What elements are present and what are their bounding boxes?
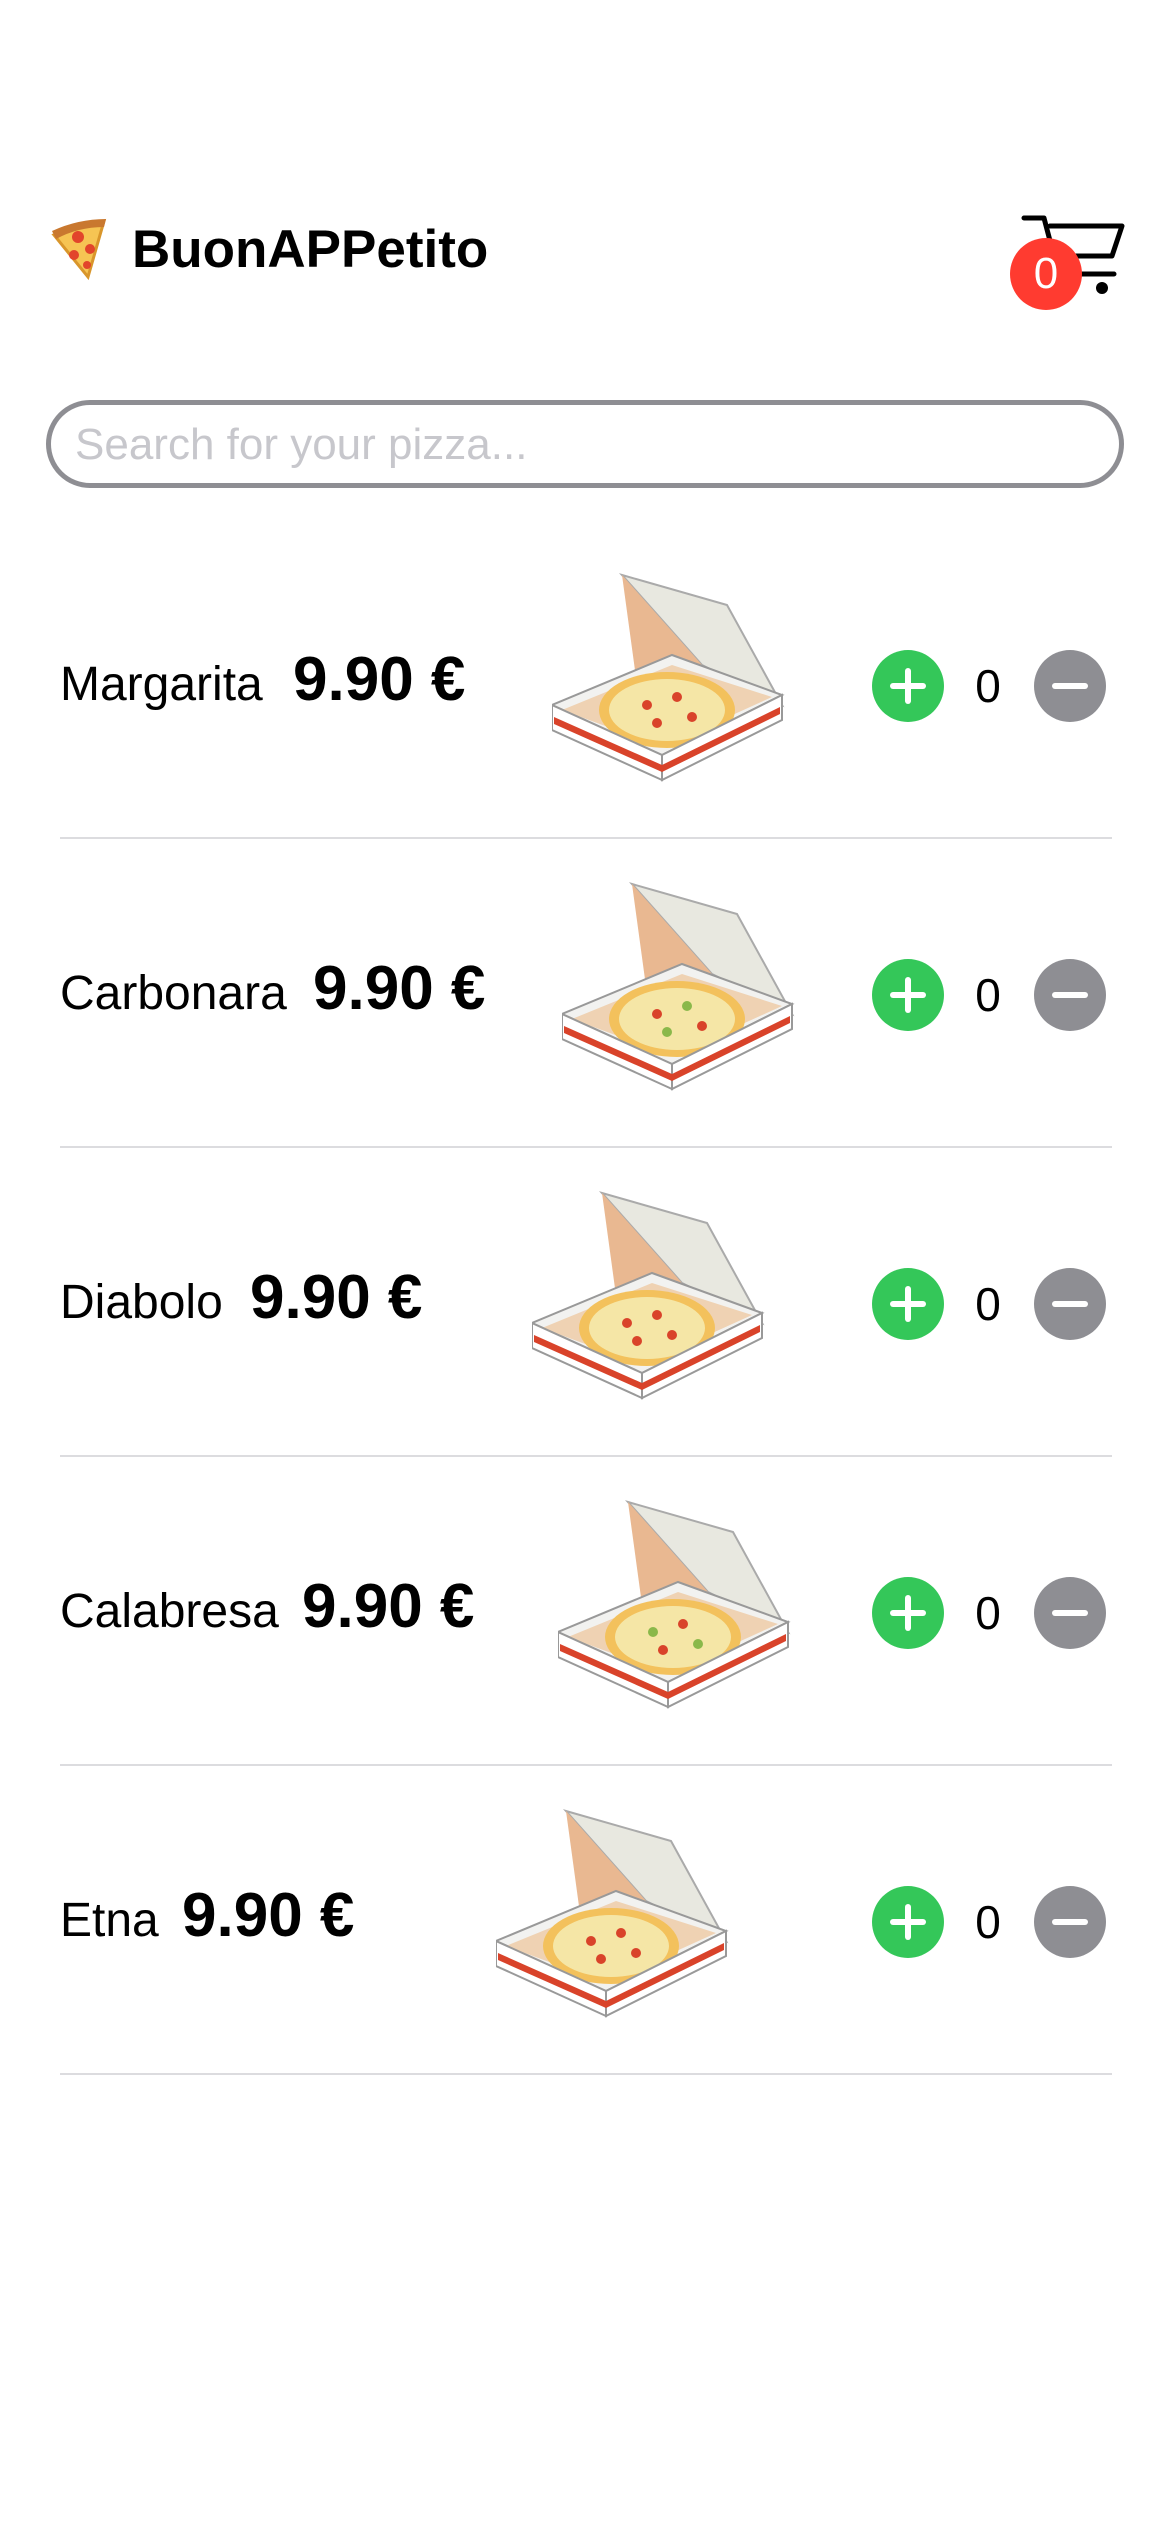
cart-count-badge: 0: [1010, 238, 1082, 310]
list-item: Etna 9.90 € 0: [0, 1766, 1170, 2075]
list-item: Carbonara 9.90 € 0: [0, 839, 1170, 1148]
quantity-value: 0: [975, 1278, 1001, 1330]
pizza-name: Diabolo: [60, 1276, 223, 1329]
remove-button[interactable]: [1034, 1268, 1106, 1340]
list-item: Calabresa 9.90 € 0: [0, 1457, 1170, 1766]
header: BuonAPPetito 0: [0, 190, 1170, 310]
list-item: Diabolo 9.90 € 0: [0, 1148, 1170, 1457]
pizza-name: Calabresa: [60, 1585, 279, 1638]
quantity-value: 0: [975, 1896, 1001, 1948]
remove-button[interactable]: [1034, 650, 1106, 722]
pizza-price: 9.90 €: [313, 954, 486, 1023]
pizza-price: 9.90 €: [302, 1572, 475, 1641]
pizza-box-icon: [493, 1801, 736, 2036]
quantity-value: 0: [975, 1587, 1001, 1639]
remove-button[interactable]: [1034, 959, 1106, 1031]
remove-button[interactable]: [1034, 1577, 1106, 1649]
pizza-slice-icon: [48, 215, 110, 283]
search-bar[interactable]: [46, 400, 1124, 488]
pizza-price: 9.90 €: [293, 645, 466, 714]
pizza-name: Etna: [60, 1894, 159, 1947]
search-input[interactable]: [73, 405, 1097, 485]
pizza-box-icon: [559, 874, 802, 1109]
pizza-box-icon: [555, 1492, 798, 1727]
pizza-box-icon: [529, 1183, 772, 1418]
add-button[interactable]: [872, 1577, 944, 1649]
pizza-name: Margarita: [60, 658, 263, 711]
add-button[interactable]: [872, 1268, 944, 1340]
pizza-price: 9.90 €: [182, 1881, 355, 1950]
add-button[interactable]: [872, 1886, 944, 1958]
add-button[interactable]: [872, 650, 944, 722]
pizza-box-icon: [549, 565, 792, 800]
list-item: Margarita 9.90 € 0: [0, 530, 1170, 839]
pizza-price: 9.90 €: [250, 1263, 423, 1332]
pizza-name: Carbonara: [60, 967, 287, 1020]
remove-button[interactable]: [1034, 1886, 1106, 1958]
add-button[interactable]: [872, 959, 944, 1031]
app-title: BuonAPPetito: [132, 220, 489, 279]
pizza-list: Margarita 9.90 € 0 Carbonara 9.90 € 0 Di…: [0, 530, 1170, 2075]
quantity-value: 0: [975, 660, 1001, 712]
divider: [60, 2073, 1112, 2075]
quantity-value: 0: [975, 969, 1001, 1021]
cart-button[interactable]: 0: [1010, 208, 1130, 310]
